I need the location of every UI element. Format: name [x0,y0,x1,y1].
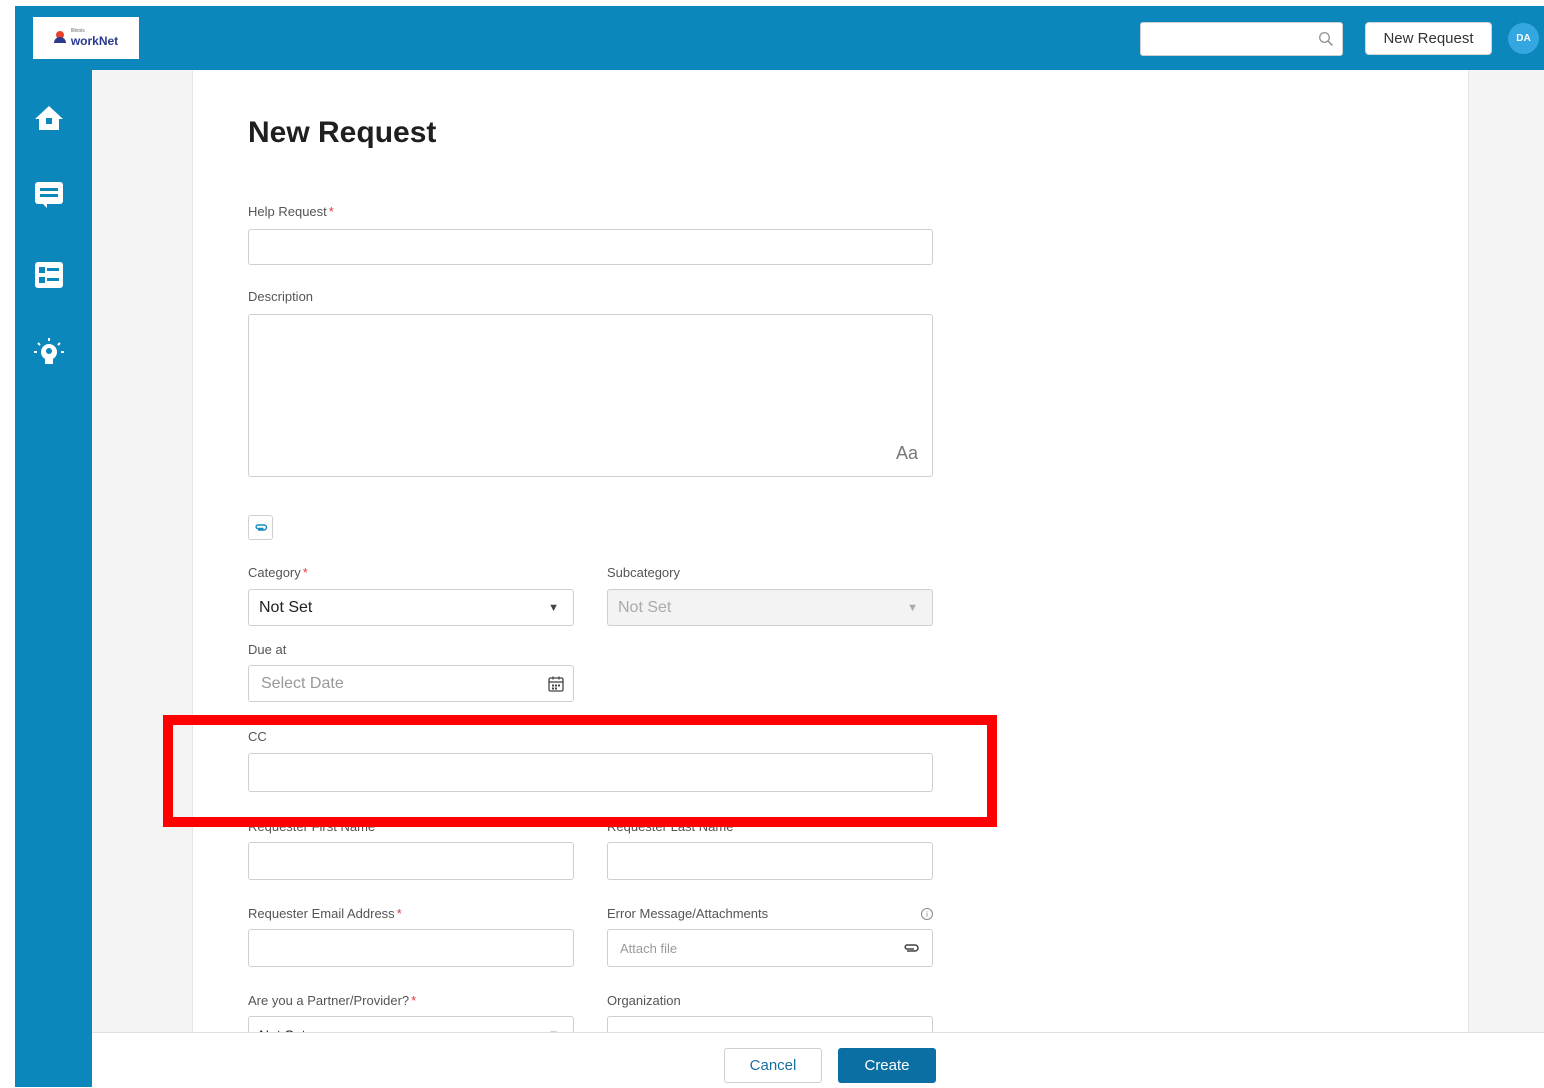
category-select[interactable]: Not Set ▼ [248,589,574,626]
subcategory-select: Not Set ▼ [607,589,933,626]
due-at-input[interactable] [249,666,573,701]
create-button[interactable]: Create [838,1048,936,1083]
side-nav [15,70,92,1087]
avatar[interactable]: DA [1508,23,1539,54]
attach-file-field[interactable] [607,929,933,967]
calendar-icon[interactable] [547,675,565,693]
search-icon[interactable] [1318,31,1334,47]
sidebar-item-ideas[interactable] [33,337,65,369]
list-icon [35,262,63,288]
due-at-field[interactable] [248,665,574,702]
paperclip-icon[interactable] [902,942,920,954]
chevron-down-icon: ▼ [907,601,918,614]
description-label: Description [248,289,314,304]
help-request-field[interactable] [248,229,933,265]
new-request-button[interactable]: New Request [1365,22,1492,55]
highlight-box [163,715,997,827]
help-request-label: Help Request * [248,204,334,219]
due-at-label: Due at [248,642,287,657]
cancel-button[interactable]: Cancel [724,1048,822,1083]
search-input[interactable] [1147,23,1316,55]
paperclip-icon [254,523,267,531]
category-value: Not Set [259,598,313,616]
attach-file-input[interactable] [608,930,932,966]
text-format-toggle[interactable]: Aa [896,443,918,464]
sidebar-item-home[interactable] [33,102,65,134]
error-message-label: Error Message/Attachments [607,906,769,921]
partner-label: Are you a Partner/Provider? * [248,993,417,1008]
info-icon[interactable]: i [921,908,933,920]
page-title: New Request [248,116,437,149]
tickets-icon [35,182,63,208]
help-request-input[interactable] [249,230,932,264]
sidebar-item-list[interactable] [33,259,65,291]
logo-mark-icon [53,31,68,45]
email-input[interactable] [249,930,573,966]
category-label: Category * [248,565,308,580]
app-logo[interactable]: Illinois workNet [33,17,139,59]
chevron-down-icon: ▼ [548,601,559,614]
attach-button[interactable] [248,515,273,540]
global-search[interactable] [1140,22,1343,56]
form-card [192,70,1469,1032]
logo-text: workNet [70,34,119,48]
subcategory-value: Not Set [618,598,672,616]
description-field[interactable]: Aa [248,314,933,477]
lightbulb-icon [34,338,64,364]
first-name-field[interactable] [248,842,574,880]
sidebar-item-tickets[interactable] [33,179,65,211]
organization-label: Organization [607,993,681,1008]
home-icon [35,106,63,130]
last-name-field[interactable] [607,842,933,880]
top-bar: Illinois workNet New Request DA [15,6,1544,70]
last-name-input[interactable] [608,843,932,879]
email-label: Requester Email Address * [248,906,402,921]
first-name-input[interactable] [249,843,573,879]
email-field[interactable] [248,929,574,967]
description-textarea[interactable] [249,315,932,476]
subcategory-label: Subcategory [607,565,680,580]
